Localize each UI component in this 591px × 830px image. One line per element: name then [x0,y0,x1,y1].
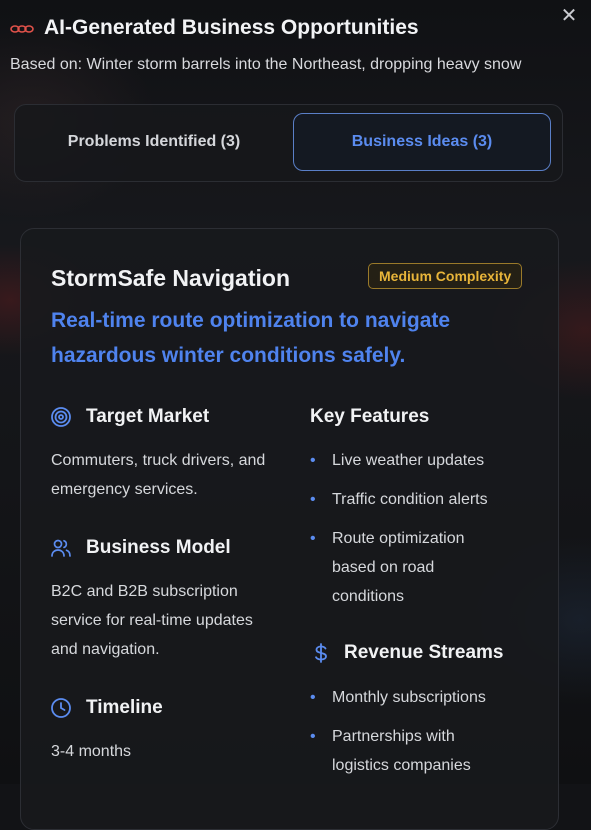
revenue-text: Monthly subscriptions [332,689,486,706]
modal-title: AI-Generated Business Opportunities [44,16,419,39]
idea-title: StormSafe Navigation [51,265,290,291]
target-market-heading: Target Market [86,406,210,427]
list-item: • Route optimization based on road condit… [310,524,492,611]
tab-bar: Problems Identified (3) Business Ideas (… [14,104,563,182]
timeline-heading: Timeline [86,697,163,718]
dollar-icon [315,643,327,663]
complexity-badge: Medium Complexity [368,263,523,289]
list-item: • Traffic condition alerts [310,485,520,514]
users-icon [51,539,71,557]
feature-text: Route optimization based on road conditi… [332,530,465,605]
bullet: • [310,452,316,469]
revenue-streams-list: • Monthly subscriptions • Partnerships wit… [310,683,530,790]
idea-tagline: Real-time route optimization to navigate… [51,309,451,367]
feature-text: Traffic condition alerts [332,491,488,508]
revenue-streams-heading: Revenue Streams [344,642,504,663]
bullet: • [310,530,316,547]
clock-icon [51,698,71,718]
list-item: • Monthly subscriptions [310,683,530,712]
business-idea-card: StormSafe Navigation Medium Complexity R… [20,228,559,830]
bullet: • [310,689,316,706]
header: AI-Generated Business Opportunities ✕ Ba… [0,0,591,86]
feature-text: Live weather updates [332,452,485,469]
target-market-text: Commuters, truck drivers, and emergency … [51,452,266,498]
target-icon [51,407,71,427]
tab-business-ideas[interactable]: Business Ideas (3) [293,113,551,171]
business-model-heading: Business Model [86,537,231,558]
key-features-list: • Live weather updates • Traffic condition… [310,446,520,621]
business-model-text: B2C and B2B subscription service for rea… [51,583,253,658]
list-item: • Live weather updates [310,446,520,475]
revenue-text: Partnerships with logistics companies [332,728,471,774]
modal-subtitle: Based on: Winter storm barrels into the … [10,56,522,73]
tab-problems-identified[interactable]: Problems Identified (3) [27,113,281,171]
bullet: • [310,491,316,508]
timeline-text: 3-4 months [51,743,132,760]
close-icon[interactable]: ✕ [558,5,580,27]
link-chain-icon [10,25,34,33]
bullet: • [310,728,316,745]
list-item: • Partnerships with logistics companies [310,722,502,780]
key-features-heading: Key Features [310,406,430,427]
